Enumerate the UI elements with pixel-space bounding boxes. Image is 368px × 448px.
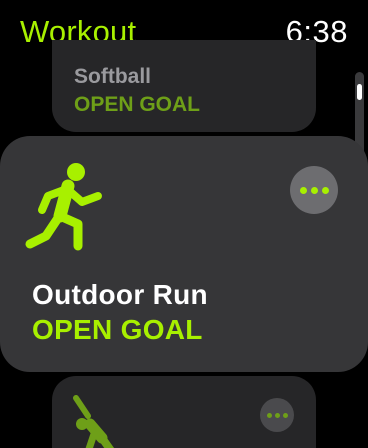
workout-card-softball[interactable]: Softball OPEN GOAL [52,40,316,132]
workout-name: Outdoor Run [32,279,208,310]
workout-goal: OPEN GOAL [74,93,201,116]
workout-app-screen: Workout 6:38 Softball OPEN GOAL Outdoor … [0,0,368,448]
workout-card-outdoor-run[interactable]: Outdoor Run OPEN GOAL [0,136,368,372]
more-options-button[interactable] [290,166,338,214]
scroll-thumb[interactable] [357,84,362,100]
ellipsis-icon [266,412,288,418]
running-figure-icon [25,163,102,251]
more-options-button[interactable] [260,398,294,432]
yoga-stretch-icon [73,395,115,448]
workout-name: Softball [74,65,151,88]
ellipsis-icon [299,186,329,194]
workout-goal: OPEN GOAL [32,314,203,345]
workout-card-next[interactable] [52,376,316,448]
